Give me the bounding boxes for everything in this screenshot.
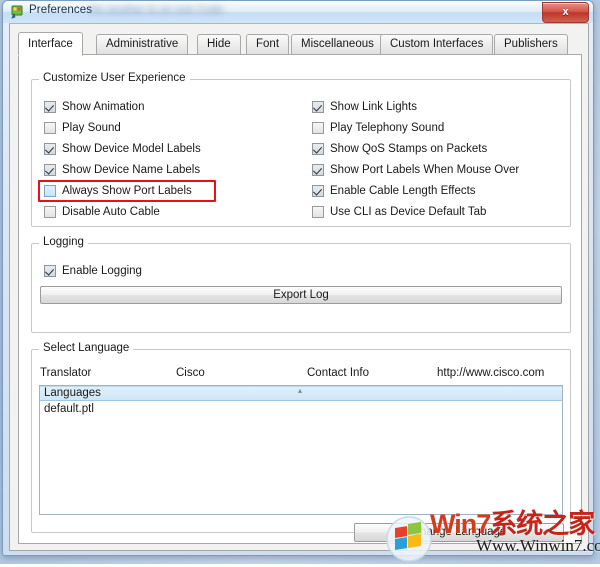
tab-interface[interactable]: Interface	[18, 32, 83, 56]
show-animation-checkbox[interactable]	[44, 101, 56, 113]
play-sound-label: Play Sound	[62, 121, 121, 136]
interface-tab-panel: Customize User Experience Show Animation…	[18, 54, 582, 544]
tab-font[interactable]: Font	[246, 34, 289, 55]
header-translator: Translator	[40, 367, 91, 379]
customize-user-experience-group: Customize User Experience Show Animation…	[31, 79, 571, 227]
export-log-button[interactable]: Export Log	[40, 286, 562, 304]
preferences-window: Preferences the another to an one Code x…	[2, 0, 594, 556]
window-client-area: Interface Administrative Hide Font Misce…	[9, 23, 589, 551]
window-title: Preferences	[29, 4, 92, 16]
window-title-blurred: the another to an one Code	[89, 4, 285, 18]
language-list[interactable]: ▴ Languages default.ptl	[39, 385, 563, 515]
language-item-languages[interactable]: Languages	[44, 387, 101, 399]
disable-auto-cable-label: Disable Auto Cable	[62, 205, 160, 220]
tab-publishers[interactable]: Publishers	[494, 34, 568, 55]
change-language-button[interactable]: Change Language	[354, 523, 564, 542]
play-sound-checkbox[interactable]	[44, 122, 56, 134]
sort-ascending-arrow[interactable]: ▴	[298, 387, 302, 395]
show-link-lights-checkbox[interactable]	[312, 101, 324, 113]
play-telephony-sound-label: Play Telephony Sound	[330, 121, 444, 136]
always-show-port-labels-checkbox[interactable]	[44, 185, 56, 197]
window-titlebar[interactable]: Preferences the another to an one Code x	[3, 1, 593, 23]
select-language-group: Select Language Translator Cisco Contact…	[31, 349, 571, 533]
logging-group-legend: Logging	[39, 236, 88, 248]
use-cli-default-tab-label: Use CLI as Device Default Tab	[330, 205, 486, 220]
enable-logging-checkbox[interactable]	[44, 265, 56, 277]
logging-group: Logging Enable Logging Export Log	[31, 243, 571, 333]
header-cisco: Cisco	[176, 367, 205, 379]
show-animation-label: Show Animation	[62, 100, 144, 115]
tab-hide[interactable]: Hide	[197, 34, 241, 55]
show-qos-stamps-checkbox[interactable]	[312, 143, 324, 155]
disable-auto-cable-checkbox[interactable]	[44, 206, 56, 218]
enable-cable-length-effects-checkbox[interactable]	[312, 185, 324, 197]
app-icon	[10, 5, 24, 19]
show-link-lights-label: Show Link Lights	[330, 100, 417, 115]
header-contact-info: Contact Info	[307, 367, 369, 379]
select-language-group-legend: Select Language	[39, 342, 133, 354]
show-device-model-labels-checkbox[interactable]	[44, 143, 56, 155]
use-cli-default-tab-checkbox[interactable]	[312, 206, 324, 218]
customize-group-legend: Customize User Experience	[39, 72, 190, 84]
language-item-default-ptl[interactable]: default.ptl	[44, 403, 94, 415]
tab-custom-interfaces[interactable]: Custom Interfaces	[380, 34, 493, 55]
tab-administrative[interactable]: Administrative	[96, 34, 188, 55]
tab-strip: Interface Administrative Hide Font Misce…	[18, 32, 582, 55]
tab-miscellaneous[interactable]: Miscellaneous	[291, 34, 384, 55]
close-button[interactable]: x	[542, 2, 589, 23]
show-qos-stamps-label: Show QoS Stamps on Packets	[330, 142, 487, 157]
enable-logging-label: Enable Logging	[62, 264, 142, 279]
always-show-port-labels-label: Always Show Port Labels	[62, 184, 192, 199]
show-device-model-labels-label: Show Device Model Labels	[62, 142, 201, 157]
header-contact-url: http://www.cisco.com	[437, 367, 544, 379]
enable-cable-length-effects-label: Enable Cable Length Effects	[330, 184, 476, 199]
show-port-labels-mouse-over-checkbox[interactable]	[312, 164, 324, 176]
show-device-name-labels-checkbox[interactable]	[44, 164, 56, 176]
play-telephony-sound-checkbox[interactable]	[312, 122, 324, 134]
show-device-name-labels-label: Show Device Name Labels	[62, 163, 200, 178]
show-port-labels-mouse-over-label: Show Port Labels When Mouse Over	[330, 163, 519, 178]
